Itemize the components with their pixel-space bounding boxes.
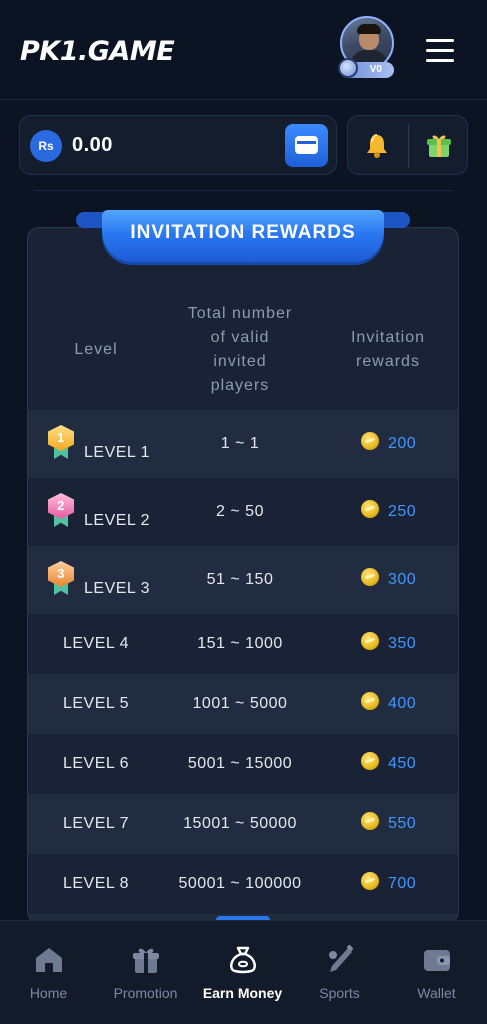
coin-icon	[361, 500, 379, 518]
coin-icon	[361, 632, 379, 650]
rewards-title-ribbon: INVITATION REWARDS	[76, 210, 410, 264]
reward-cell: 550	[316, 794, 458, 854]
level-cell: LEVEL 7	[62, 815, 130, 832]
reward-cell: 200	[316, 410, 458, 478]
hamburger-icon	[426, 39, 454, 42]
coin-icon	[361, 752, 379, 770]
level-cell: LEVEL 4	[62, 635, 130, 652]
column-header-players: Total number of valid invited players	[187, 305, 293, 394]
hamburger-menu-button[interactable]	[426, 39, 454, 63]
user-avatar-button[interactable]: V0	[338, 16, 396, 80]
table-row: LEVEL 8 50001 ~ 100000 700	[28, 854, 458, 914]
level-cell: LEVEL 5	[62, 695, 130, 712]
range-cell: 51 ~ 150	[206, 571, 274, 588]
coin-icon	[361, 812, 379, 830]
nav-item-sports[interactable]: Sports	[291, 921, 388, 1024]
bottom-navigation: Home Promotion Earn Money Sports Wallet	[0, 920, 487, 1024]
reward-amount: 450	[388, 755, 417, 772]
vip-gem-icon	[338, 58, 358, 78]
reward-cell: 350	[316, 614, 458, 674]
table-row: 3 LEVEL 3 51 ~ 150 300	[28, 546, 458, 614]
range-cell: 1001 ~ 5000	[192, 695, 288, 712]
gift-icon	[133, 948, 159, 973]
reward-amount: 250	[388, 503, 417, 520]
table-row: LEVEL 5 1001 ~ 5000 400	[28, 674, 458, 734]
reward-amount: 550	[388, 815, 417, 832]
divider	[408, 124, 409, 168]
reward-cell: 250	[316, 478, 458, 546]
coin-icon	[361, 432, 379, 450]
table-row: LEVEL 7 15001 ~ 50000 550	[28, 794, 458, 854]
rewards-table-header: Level Total number of valid invited play…	[28, 290, 458, 410]
currency-icon: Rs	[30, 130, 62, 162]
quick-actions-card	[347, 115, 468, 175]
nav-item-promotion[interactable]: Promotion	[97, 921, 194, 1024]
level-cell: LEVEL 1	[84, 444, 151, 461]
balance-card: Rs 0.00	[19, 115, 337, 175]
range-cell: 5001 ~ 15000	[187, 755, 293, 772]
reward-amount: 200	[388, 435, 417, 452]
level-cell: LEVEL 8	[62, 875, 130, 892]
reward-cell: 450	[316, 734, 458, 794]
nav-label: Earn Money	[202, 985, 283, 1001]
nav-item-home[interactable]: Home	[0, 921, 97, 1024]
table-row: LEVEL 4 151 ~ 1000 350	[28, 614, 458, 674]
range-cell: 15001 ~ 50000	[183, 815, 297, 832]
wallet-icon	[424, 950, 450, 971]
reward-cell: 400	[316, 674, 458, 734]
reward-amount: 700	[388, 875, 417, 892]
coin-icon	[361, 692, 379, 710]
page-title: INVITATION REWARDS	[130, 222, 356, 243]
card-icon	[295, 136, 318, 154]
money-bag-icon	[230, 946, 256, 974]
nav-label: Wallet	[417, 985, 456, 1001]
reward-cell: 700	[316, 854, 458, 914]
reward-amount: 300	[388, 571, 417, 588]
invitation-rewards-panel: Level Total number of valid invited play…	[27, 227, 459, 924]
reward-cell: 300	[316, 546, 458, 614]
nav-label: Promotion	[113, 985, 178, 1001]
brand-logo[interactable]: PK1.GAME	[20, 36, 175, 67]
wallet-deposit-button[interactable]	[285, 124, 328, 167]
coin-icon	[361, 568, 379, 586]
column-header-level: Level	[74, 341, 118, 358]
level-cell: LEVEL 6	[62, 755, 130, 772]
table-row: 1 LEVEL 1 1 ~ 1 200	[28, 410, 458, 478]
nav-label: Sports	[319, 985, 360, 1001]
divider	[34, 190, 452, 191]
range-cell: 1 ~ 1	[220, 435, 260, 452]
cricket-icon	[329, 945, 354, 972]
table-row: 2 LEVEL 2 2 ~ 50 250	[28, 478, 458, 546]
balance-amount: 0.00	[72, 134, 113, 156]
range-cell: 50001 ~ 100000	[178, 875, 302, 892]
rewards-table-body: 1 LEVEL 1 1 ~ 1 200 2 LEVEL 2 2 ~ 50 250…	[28, 410, 458, 923]
range-cell: 151 ~ 1000	[197, 635, 283, 652]
reward-amount: 400	[388, 695, 417, 712]
nav-label: Home	[29, 985, 68, 1001]
reward-amount: 350	[388, 635, 417, 652]
level-cell: LEVEL 3	[84, 580, 151, 597]
gift-icon[interactable]	[426, 133, 452, 159]
coin-icon	[361, 872, 379, 890]
table-row: LEVEL 6 5001 ~ 15000 450	[28, 734, 458, 794]
nav-item-earn-money[interactable]: Earn Money	[194, 921, 291, 1024]
column-header-reward: Invitation rewards	[350, 329, 426, 370]
bell-icon[interactable]	[365, 133, 389, 159]
home-icon	[36, 948, 62, 972]
top-header: PK1.GAME V0	[0, 0, 487, 100]
nav-item-wallet[interactable]: Wallet	[388, 921, 485, 1024]
range-cell: 2 ~ 50	[216, 503, 264, 520]
level-cell: LEVEL 2	[84, 512, 151, 529]
